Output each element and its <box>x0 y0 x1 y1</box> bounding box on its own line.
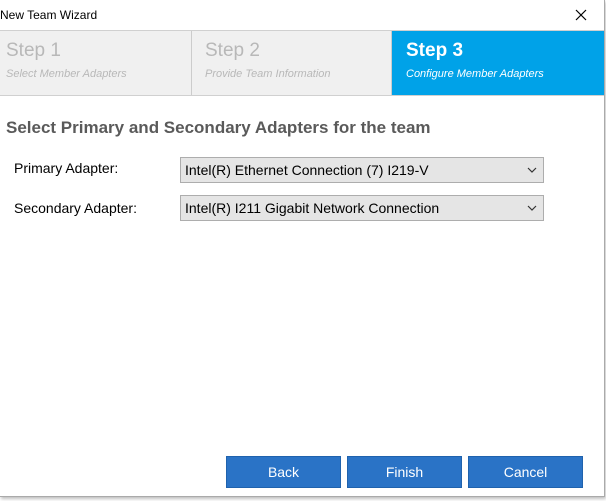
finish-button[interactable]: Finish <box>347 456 462 488</box>
close-icon <box>575 9 587 21</box>
step-2-subtitle: Provide Team Information <box>205 68 331 80</box>
title-bar: New Team Wizard <box>0 0 604 30</box>
primary-adapter-label: Primary Adapter: <box>14 160 119 176</box>
chevron-down-icon <box>521 158 543 182</box>
wizard-steps: Step 1 Select Member Adapters Step 2 Pro… <box>0 30 604 96</box>
page-heading: Select Primary and Secondary Adapters fo… <box>6 118 431 137</box>
back-button[interactable]: Back <box>226 456 341 488</box>
wizard-window: New Team Wizard Step 1 Select Member Ada… <box>0 0 605 497</box>
step-2-title: Step 2 <box>205 40 260 61</box>
step-3: Step 3 Configure Member Adapters <box>392 31 604 95</box>
close-button[interactable] <box>558 0 604 30</box>
window-title: New Team Wizard <box>0 8 98 22</box>
cancel-button[interactable]: Cancel <box>468 456 583 488</box>
step-1-title: Step 1 <box>6 40 61 61</box>
secondary-adapter-label: Secondary Adapter: <box>14 200 137 216</box>
secondary-adapter-value: Intel(R) I211 Gigabit Network Connection <box>185 200 440 216</box>
secondary-adapter-select[interactable]: Intel(R) I211 Gigabit Network Connection <box>180 195 544 221</box>
step-2: Step 2 Provide Team Information <box>192 31 392 95</box>
primary-adapter-select[interactable]: Intel(R) Ethernet Connection (7) I219-V <box>180 157 544 183</box>
step-3-subtitle: Configure Member Adapters <box>406 68 544 80</box>
step-3-title: Step 3 <box>406 40 464 61</box>
primary-adapter-value: Intel(R) Ethernet Connection (7) I219-V <box>185 162 429 178</box>
step-1-subtitle: Select Member Adapters <box>6 68 127 80</box>
step-1: Step 1 Select Member Adapters <box>0 31 192 95</box>
chevron-down-icon <box>521 196 543 220</box>
